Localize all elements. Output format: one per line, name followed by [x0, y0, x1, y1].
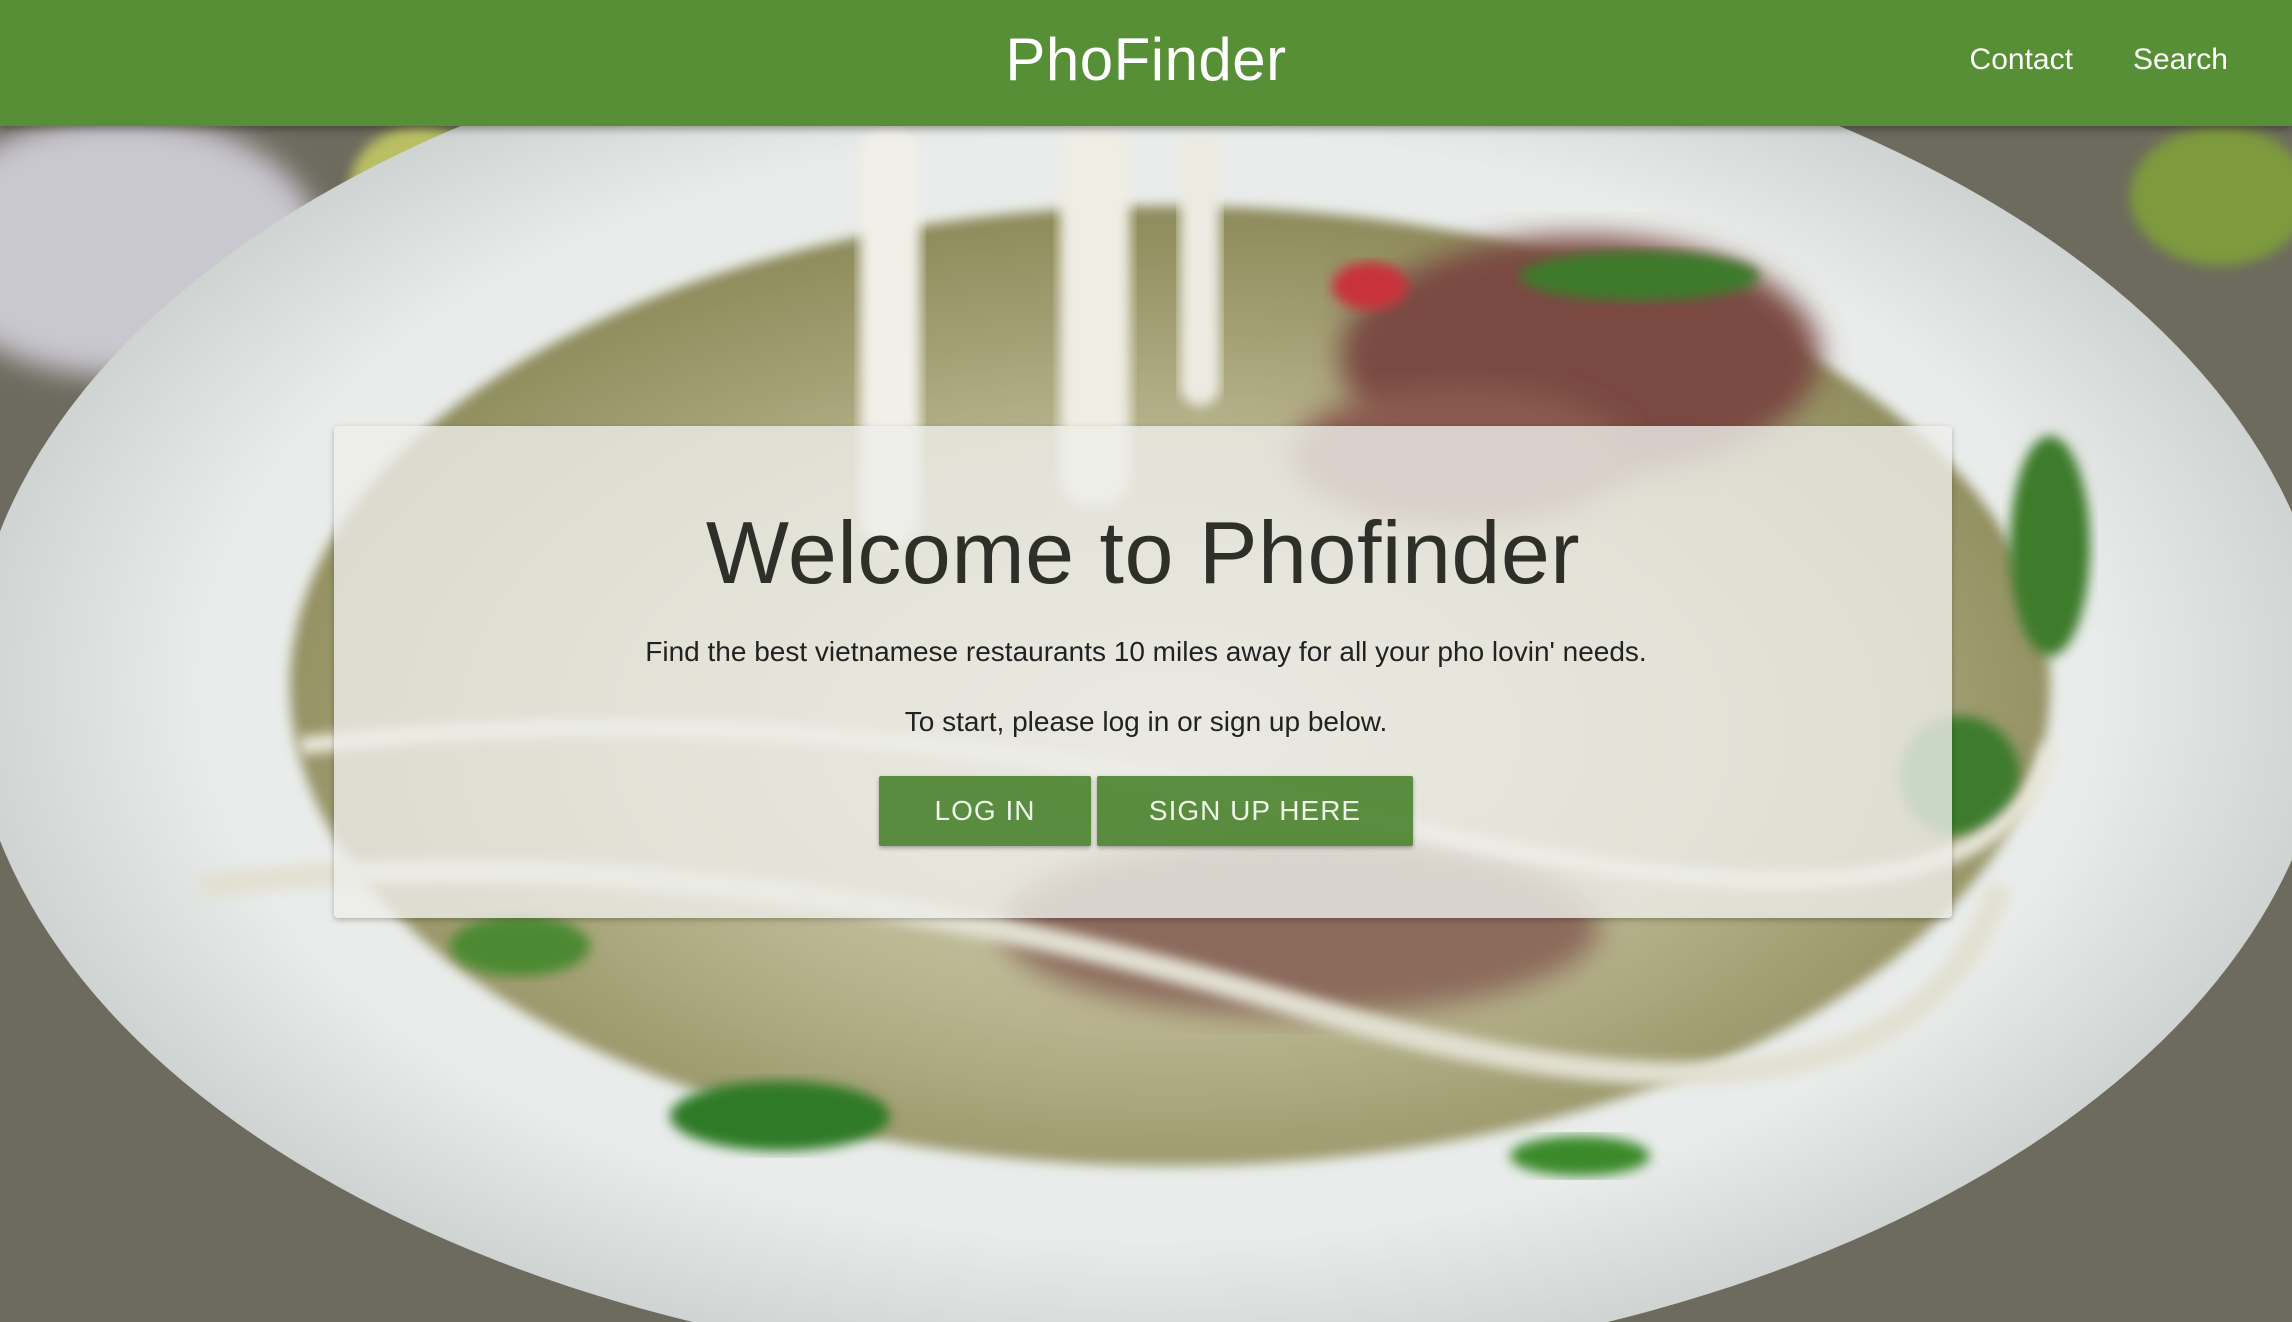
top-navbar: PhoFinder Contact Search — [0, 0, 2292, 126]
welcome-title: Welcome to Phofinder — [705, 503, 1581, 602]
nav-links: Contact Search — [1970, 0, 2228, 120]
nav-link-contact[interactable]: Contact — [1970, 43, 2073, 77]
brand-logo-text[interactable]: PhoFinder — [0, 0, 2292, 120]
signup-button[interactable]: SIGN UP HERE — [1097, 776, 1413, 846]
nav-link-search[interactable]: Search — [2133, 43, 2228, 77]
welcome-instruction: To start, please log in or sign up below… — [904, 706, 1388, 737]
login-button[interactable]: LOG IN — [879, 776, 1091, 846]
auth-button-row: LOG IN SIGN UP HERE — [0, 776, 2292, 846]
welcome-description: Find the best vietnamese restaurants 10 … — [645, 636, 1647, 667]
